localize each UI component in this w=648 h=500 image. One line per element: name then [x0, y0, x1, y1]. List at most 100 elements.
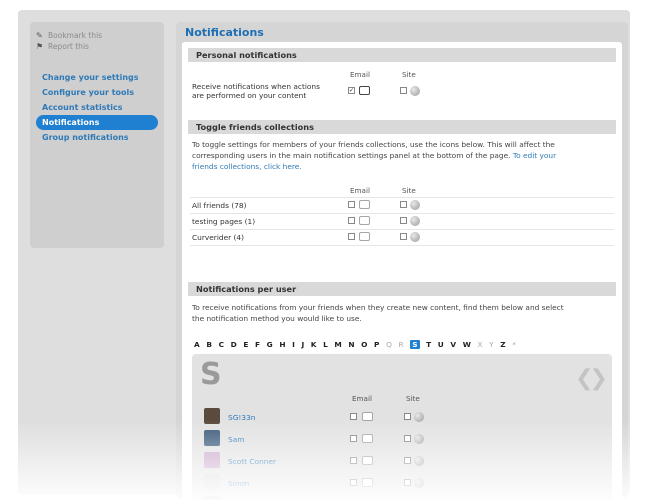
letter-filter-e[interactable]: E — [243, 340, 248, 349]
email-column-header: Email — [350, 70, 370, 79]
site-column-header: Site — [406, 394, 420, 403]
letter-filter-p[interactable]: P — [374, 340, 379, 349]
user-email-checkbox[interactable] — [350, 479, 357, 486]
email-icon — [359, 216, 370, 225]
report-link[interactable]: ⚑ Report this — [36, 41, 158, 52]
personal-site-checkbox[interactable] — [400, 87, 407, 94]
letter-filter-a[interactable]: A — [194, 340, 200, 349]
email-column-header: Email — [350, 186, 370, 195]
letter-filter-h[interactable]: H — [279, 340, 285, 349]
personal-email-checkbox[interactable]: ✓ — [348, 87, 355, 94]
user-site-checkbox[interactable] — [404, 413, 411, 420]
bookmark-icon: ✎ — [36, 31, 43, 40]
avatar[interactable] — [204, 474, 220, 490]
all-friends-site-checkbox[interactable] — [400, 201, 407, 208]
letter-filter-j[interactable]: J — [301, 340, 304, 349]
letter-filter-r[interactable]: R — [398, 340, 403, 349]
user-row: Scott Conner — [204, 452, 604, 472]
avatar[interactable] — [204, 452, 220, 468]
alphabet-filter: A B C D E F G H I J K L M N O P Q R S T U V W X Y Z * — [194, 340, 516, 349]
letter-filter-c[interactable]: C — [219, 340, 224, 349]
sidebar-item-change-settings[interactable]: Change your settings — [36, 70, 158, 85]
letter-filter-v[interactable]: V — [450, 340, 456, 349]
notifications-panel: Personal notifications Email Site Receiv… — [182, 42, 622, 500]
sidebar-item-notifications[interactable]: Notifications — [36, 115, 158, 130]
user-name-link[interactable]: SG!33n — [228, 413, 255, 422]
friends-description: To toggle settings for members of your f… — [192, 139, 612, 172]
email-icon — [362, 478, 373, 487]
testing-pages-site-checkbox[interactable] — [400, 217, 407, 224]
email-icon — [359, 86, 370, 95]
letter-filter-m[interactable]: M — [334, 340, 341, 349]
user-row: Sam — [204, 430, 604, 450]
curverider-email-checkbox[interactable] — [348, 233, 355, 240]
main-content: Notifications Personal notifications Ema… — [176, 22, 628, 500]
site-icon — [414, 412, 424, 422]
avatar[interactable] — [204, 430, 220, 446]
letter-filter-q[interactable]: Q — [386, 340, 392, 349]
testing-pages-email-checkbox[interactable] — [348, 217, 355, 224]
letter-filter-o[interactable]: O — [361, 340, 367, 349]
letter-filter-z[interactable]: Z — [500, 340, 505, 349]
user-row: SG!33n — [204, 408, 604, 428]
letter-filter-b[interactable]: B — [206, 340, 212, 349]
letter-filter-all[interactable]: * — [512, 340, 516, 349]
letter-filter-f[interactable]: F — [255, 340, 260, 349]
letter-filter-i[interactable]: I — [292, 340, 295, 349]
users-box: S ❮❯ Email Site SG!33n Sam Scott Conner Sim… — [192, 354, 612, 500]
edit-friends-link[interactable]: To edit your — [513, 151, 556, 160]
nav-arrows-icon[interactable]: ❮❯ — [575, 366, 608, 391]
letter-filter-x[interactable]: X — [477, 340, 482, 349]
letter-filter-l[interactable]: L — [323, 340, 328, 349]
site-icon — [410, 232, 420, 242]
current-letter: S — [200, 357, 222, 392]
site-icon — [410, 200, 420, 210]
bookmark-link[interactable]: ✎ Bookmark this — [36, 30, 158, 41]
sidebar-nav: Change your settings Configure your tool… — [36, 70, 158, 145]
site-column-header: Site — [402, 186, 416, 195]
user-email-checkbox[interactable] — [350, 413, 357, 420]
user-name-link[interactable]: Scott Conner — [228, 457, 276, 466]
letter-filter-s[interactable]: S — [410, 340, 420, 349]
personal-notifications-heading: Personal notifications — [188, 48, 616, 62]
friends-row-label: Curverider (4) — [192, 233, 244, 242]
email-icon — [362, 434, 373, 443]
user-site-checkbox[interactable] — [404, 479, 411, 486]
report-icon: ⚑ — [36, 42, 44, 51]
letter-filter-n[interactable]: N — [348, 340, 354, 349]
site-icon — [414, 478, 424, 488]
sidebar-item-configure-tools[interactable]: Configure your tools — [36, 85, 158, 100]
avatar[interactable] — [204, 408, 220, 424]
curverider-site-checkbox[interactable] — [400, 233, 407, 240]
user-name-link[interactable]: Simm — [228, 479, 249, 488]
letter-filter-d[interactable]: D — [231, 340, 237, 349]
friends-row-label: testing pages (1) — [192, 217, 256, 226]
site-icon — [410, 216, 420, 226]
letter-filter-u[interactable]: U — [438, 340, 444, 349]
user-site-checkbox[interactable] — [404, 435, 411, 442]
all-friends-email-checkbox[interactable] — [348, 201, 355, 208]
avatar[interactable] — [204, 496, 220, 500]
edit-friends-link-cont[interactable]: friends collections, click here. — [192, 161, 612, 172]
user-row: Simm — [204, 474, 604, 494]
letter-filter-g[interactable]: G — [267, 340, 273, 349]
letter-filter-t[interactable]: T — [426, 340, 431, 349]
sidebar-item-account-statistics[interactable]: Account statistics — [36, 100, 158, 115]
email-icon — [359, 200, 370, 209]
site-column-header: Site — [402, 70, 416, 79]
user-email-checkbox[interactable] — [350, 435, 357, 442]
letter-filter-k[interactable]: K — [311, 340, 317, 349]
email-column-header: Email — [352, 394, 372, 403]
email-icon — [362, 412, 373, 421]
per-user-heading: Notifications per user — [188, 282, 616, 296]
toggle-friends-heading: Toggle friends collections — [188, 120, 616, 134]
user-name-link[interactable]: Sam — [228, 435, 244, 444]
letter-filter-w[interactable]: W — [463, 340, 471, 349]
sidebar-item-group-notifications[interactable]: Group notifications — [36, 130, 158, 145]
bookmark-label: Bookmark this — [48, 31, 103, 40]
site-icon — [414, 456, 424, 466]
per-user-description: To receive notifications from your frien… — [192, 303, 564, 323]
letter-filter-y[interactable]: Y — [489, 340, 494, 349]
user-site-checkbox[interactable] — [404, 457, 411, 464]
user-email-checkbox[interactable] — [350, 457, 357, 464]
